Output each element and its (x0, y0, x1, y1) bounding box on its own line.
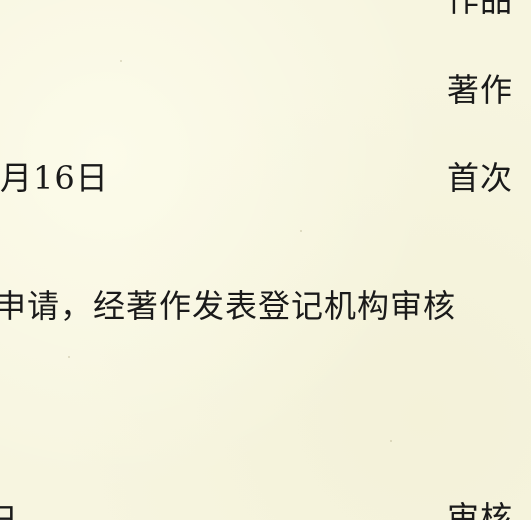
bottom-left-clip: 日 (0, 498, 60, 520)
date-fragment: 月16日 (0, 159, 109, 197)
work-label-clip: 作品 (447, 0, 531, 22)
bottom-left-fragment: 日 (0, 501, 20, 520)
work-label: 作品 (447, 0, 514, 19)
author-label-clip: 著作 (447, 66, 531, 114)
body-sentence-clip: 申请，经著作发表登记机构审核 (0, 282, 531, 332)
review-label-clip: 审核 (447, 494, 531, 520)
first-publish-label: 首次 (447, 159, 514, 197)
paper-speck (120, 60, 122, 62)
paper-speck (68, 356, 70, 358)
review-label: 审核 (447, 499, 514, 520)
paper-speck (300, 230, 302, 232)
first-publish-label-clip: 首次 (447, 156, 531, 204)
author-label: 著作 (447, 71, 514, 109)
paper-speck (390, 440, 392, 442)
certificate-paper: 作品 著作 月16日 首次 申请，经著作发表登记机构审核 日 审核 (0, 0, 531, 520)
body-sentence: 申请，经著作发表登记机构审核 (0, 287, 457, 325)
